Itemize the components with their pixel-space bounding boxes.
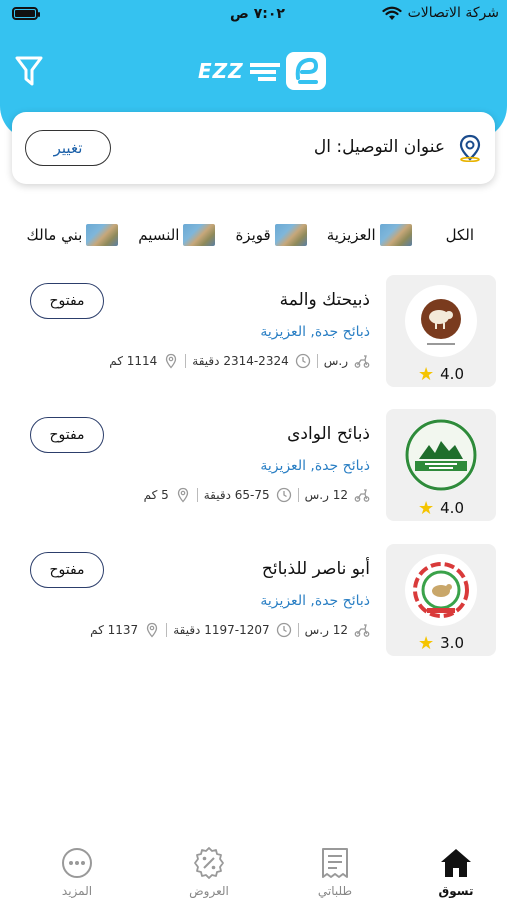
scooter-icon bbox=[354, 489, 370, 502]
delivery-address-card: تغيير عنوان التوصيل: ال bbox=[12, 112, 495, 184]
store-name: أبو ناصر للذبائح bbox=[261, 559, 370, 579]
app-logo: EZZ bbox=[198, 52, 326, 90]
store-name: ذبيحتك والمة bbox=[279, 290, 370, 310]
store-logo bbox=[405, 554, 477, 626]
store-logo bbox=[405, 285, 477, 357]
category-thumbnail bbox=[274, 224, 307, 246]
star-icon: ★ bbox=[418, 497, 435, 519]
more-icon bbox=[62, 848, 92, 878]
category-all[interactable]: الكل bbox=[446, 226, 474, 244]
store-rating: ★ 3.0 bbox=[386, 630, 496, 656]
store-distance: 5 كم bbox=[143, 488, 169, 502]
rating-value: 4.0 bbox=[440, 365, 464, 383]
star-icon: ★ bbox=[418, 363, 435, 385]
filter-button[interactable] bbox=[14, 54, 44, 88]
store-logo bbox=[405, 419, 477, 491]
carrier-name: شركة الاتصالات bbox=[407, 5, 499, 21]
nav-label: تسوق bbox=[438, 884, 474, 898]
store-logo-box: ★ 4.0 bbox=[386, 409, 496, 521]
category-aziziyah[interactable]: العزيزية bbox=[327, 224, 412, 246]
rating-value: 4.0 bbox=[440, 499, 464, 517]
category-label: النسيم bbox=[138, 226, 180, 244]
store-rating: ★ 4.0 bbox=[386, 361, 496, 387]
delivery-time: 1197-1207 دقيقة bbox=[173, 623, 270, 637]
delivery-fee: 12 ر.س bbox=[304, 488, 348, 502]
star-icon: ★ bbox=[418, 632, 435, 654]
category-thumbnail bbox=[86, 224, 119, 246]
nav-label: المزيد bbox=[61, 884, 93, 898]
store-card[interactable]: ★ 3.0 أبو ناصر للذبائح ذبائح جدة, العزيز… bbox=[20, 544, 496, 656]
scooter-icon bbox=[354, 355, 370, 368]
status-time: ٧:٠٢ ص bbox=[230, 6, 285, 22]
store-category[interactable]: ذبائح جدة, العزيزية bbox=[260, 593, 370, 609]
store-status-button[interactable]: مفتوح bbox=[30, 283, 104, 319]
logo-bars-icon bbox=[249, 63, 280, 81]
store-meta: 12 ر.س 1197-1207 دقيقة 1137 كم bbox=[90, 622, 370, 638]
store-category[interactable]: ذبائح جدة, العزيزية bbox=[260, 324, 370, 340]
battery-icon bbox=[12, 7, 40, 20]
location-icon bbox=[147, 622, 158, 638]
category-label: الكل bbox=[445, 226, 474, 244]
store-distance: 1114 كم bbox=[109, 354, 158, 368]
store-status-button[interactable]: مفتوح bbox=[30, 552, 104, 588]
delivery-fee: 12 ر.س bbox=[304, 623, 348, 637]
category-thumbnail bbox=[183, 224, 216, 246]
bottom-navigation: تسوق طلباتي العروض المزيد bbox=[0, 836, 507, 900]
clock-icon bbox=[276, 622, 291, 638]
store-name: ذبائح الوادى bbox=[287, 424, 370, 444]
store-category[interactable]: ذبائح جدة, العزيزية bbox=[260, 458, 370, 474]
store-status-button[interactable]: مفتوح bbox=[30, 417, 104, 453]
nav-shop[interactable]: تسوق bbox=[411, 846, 501, 898]
category-naseem[interactable]: النسيم bbox=[138, 224, 216, 246]
nav-offers[interactable]: العروض bbox=[164, 846, 254, 898]
nav-label: العروض bbox=[189, 884, 229, 898]
category-label: بني مالك bbox=[26, 226, 83, 244]
category-bani-malik[interactable]: بني مالك bbox=[27, 224, 119, 246]
nav-label: طلباتي bbox=[317, 884, 353, 898]
discount-icon bbox=[194, 847, 224, 879]
scooter-icon bbox=[354, 624, 370, 637]
store-distance: 1137 كم bbox=[90, 623, 139, 637]
category-label: العزيزية bbox=[326, 226, 376, 244]
location-icon bbox=[177, 487, 188, 503]
store-meta: 12 ر.س 65-75 دقيقة 5 كم bbox=[144, 487, 370, 503]
filter-icon bbox=[15, 56, 43, 86]
nav-more[interactable]: المزيد bbox=[32, 846, 122, 898]
home-icon bbox=[441, 849, 471, 877]
store-logo-box: ★ 3.0 bbox=[386, 544, 496, 656]
orders-icon bbox=[322, 848, 348, 878]
location-icon bbox=[166, 353, 177, 369]
delivery-fee: ر.س bbox=[323, 354, 348, 368]
category-quwaizah[interactable]: قويزة bbox=[235, 224, 307, 246]
delivery-time: 2314-2324 دقيقة bbox=[192, 354, 289, 368]
store-card[interactable]: ★ 4.0 ذبائح الوادى ذبائح جدة, العزيزية م… bbox=[20, 409, 496, 521]
wifi-icon bbox=[381, 6, 402, 20]
store-logo-box: ★ 4.0 bbox=[386, 275, 496, 387]
delivery-address-label: عنوان التوصيل: ال bbox=[313, 137, 445, 157]
status-bar: ٧:٠٢ ص شركة الاتصالات bbox=[0, 0, 507, 30]
category-filters: الكل العزيزية قويزة النسيم بني مالك bbox=[14, 222, 474, 248]
category-label: قويزة bbox=[235, 226, 271, 244]
logo-text: EZZ bbox=[198, 59, 244, 83]
clock-icon bbox=[276, 487, 291, 503]
rating-value: 3.0 bbox=[440, 634, 464, 652]
store-rating: ★ 4.0 bbox=[386, 495, 496, 521]
delivery-time: 65-75 دقيقة bbox=[203, 488, 270, 502]
location-pin-icon bbox=[459, 134, 481, 162]
store-card[interactable]: ★ 4.0 ذبيحتك والمة ذبائح جدة, العزيزية م… bbox=[20, 275, 496, 387]
logo-mark-icon bbox=[285, 52, 326, 90]
clock-icon bbox=[295, 353, 310, 369]
change-address-button[interactable]: تغيير bbox=[25, 130, 111, 166]
nav-orders[interactable]: طلباتي bbox=[290, 846, 380, 898]
store-meta: ر.س 2314-2324 دقيقة 1114 كم bbox=[109, 353, 370, 369]
category-thumbnail bbox=[379, 224, 412, 246]
